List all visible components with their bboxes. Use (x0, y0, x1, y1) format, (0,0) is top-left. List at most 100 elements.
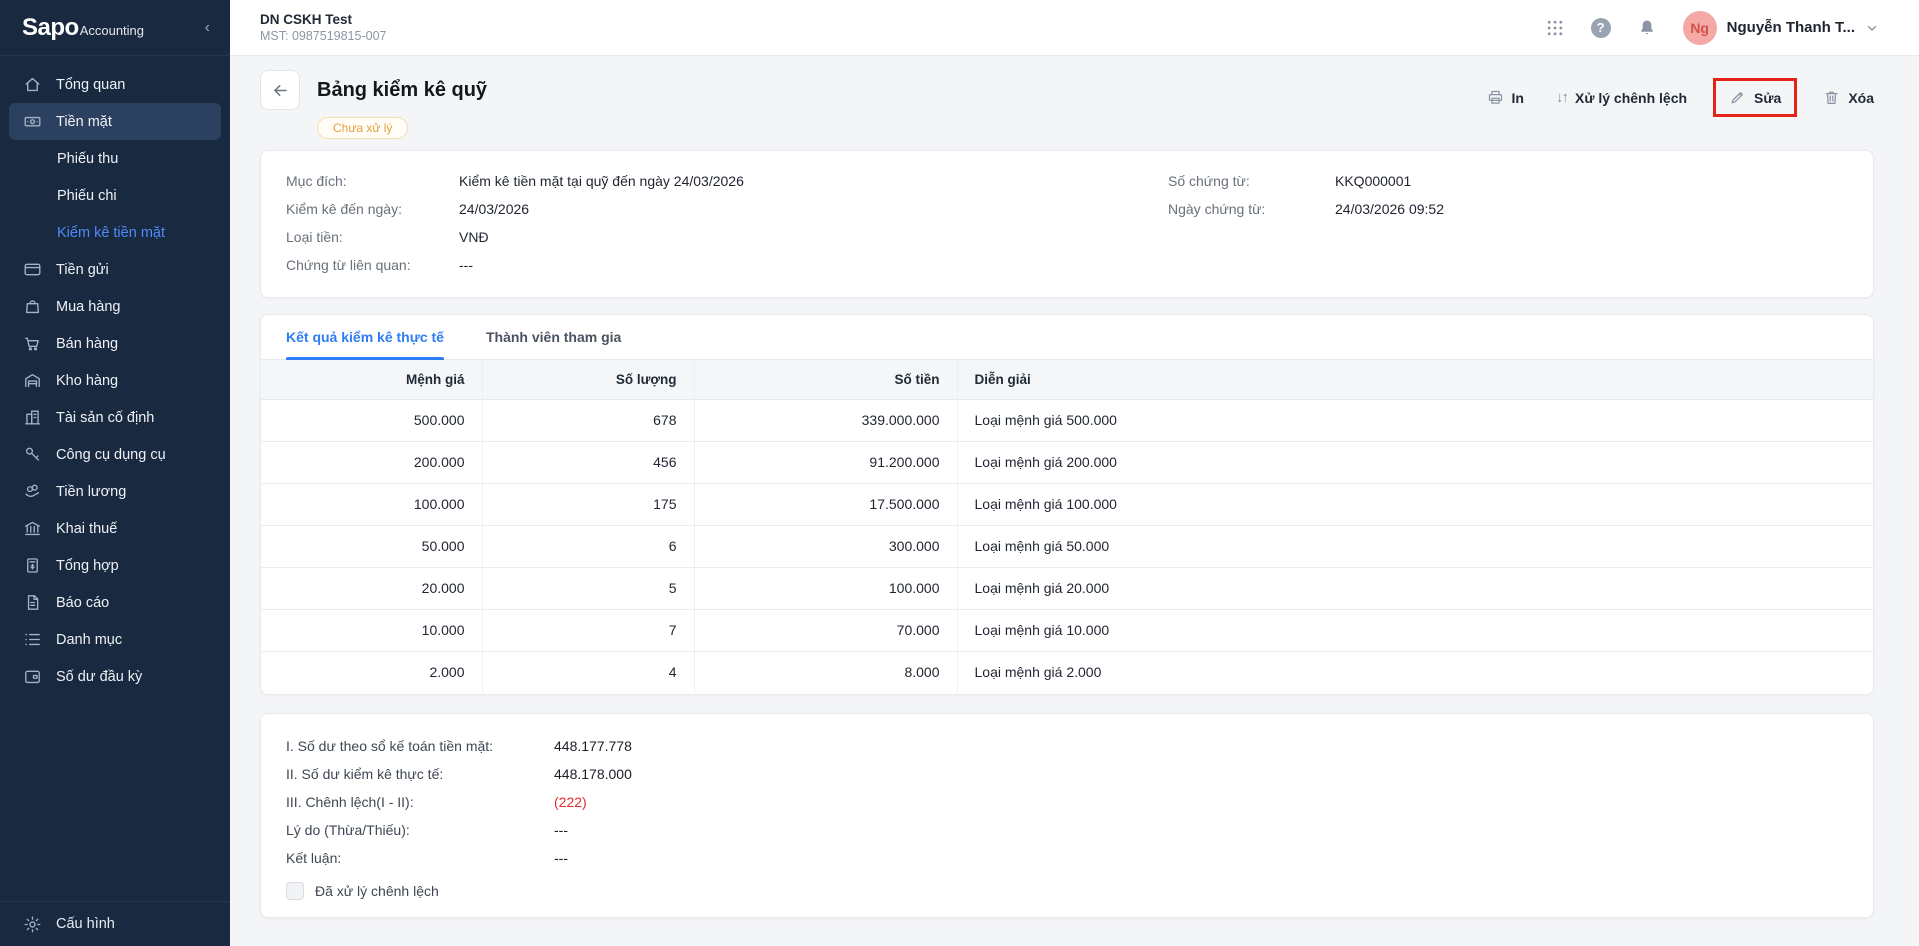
sidebar-item-kiem-ke-tien-mat[interactable]: Kiểm kê tiền mặt (0, 214, 230, 251)
document-info-card: Mục đích:Kiểm kê tiền mặt tại quỹ đến ng… (260, 150, 1874, 298)
sidebar-item-tong-hop[interactable]: Tổng hợp (0, 547, 230, 584)
sidebar-collapse-icon[interactable]: ‹ (205, 20, 210, 36)
user-menu[interactable]: Ng Nguyễn Thanh T... (1683, 11, 1879, 45)
table-row: 100.000 175 17.500.000 Loại mệnh giá 100… (261, 483, 1873, 525)
col-header-menh-gia: Mệnh giá (261, 360, 482, 399)
summary-card: I. Số dư theo sổ kế toán tiền mặt:448.17… (260, 713, 1874, 918)
back-button[interactable] (260, 70, 300, 110)
gear-icon (23, 915, 42, 934)
page-header: Bảng kiểm kê quỹ Chưa xử lý In ↓↑ Xử lý … (260, 70, 1874, 139)
sidebar-item-tong-quan[interactable]: Tổng quan (0, 66, 230, 103)
wallet-icon (23, 667, 42, 686)
cell-so-tien: 91.200.000 (694, 441, 957, 483)
help-icon[interactable]: ? (1591, 18, 1611, 38)
sidebar-item-label: Tài sản cố định (56, 410, 154, 426)
table-row: 10.000 7 70.000 Loại mệnh giá 10.000 (261, 609, 1873, 651)
field-label: Ngày chứng từ: (1168, 198, 1335, 221)
table-row: 500.000 678 339.000.000 Loại mệnh giá 50… (261, 399, 1873, 441)
delete-button[interactable]: Xóa (1823, 89, 1874, 106)
cell-so-luong: 7 (482, 609, 694, 651)
sidebar-item-label: Kho hàng (56, 373, 118, 389)
notifications-bell-icon[interactable] (1637, 18, 1657, 38)
sapo-accounting-logo: SapoAccounting (22, 14, 144, 42)
sidebar-item-so-du-dau-ky[interactable]: Số dư đầu kỳ (0, 658, 230, 695)
sidebar-item-tai-san-co-dinh[interactable]: Tài sản cố định (0, 399, 230, 436)
building-icon (23, 408, 42, 427)
summary-label: III. Chênh lệch(I - II): (286, 791, 554, 814)
sidebar-item-danh-muc[interactable]: Danh mục (0, 621, 230, 658)
processed-checkbox-row: Đã xử lý chênh lệch (286, 882, 1848, 900)
sidebar-item-label: Số dư đầu kỳ (56, 669, 142, 685)
sidebar-item-label: Mua hàng (56, 299, 121, 315)
summary-value: --- (554, 847, 568, 870)
sidebar-item-cong-cu-dung-cu[interactable]: Công cụ dụng cụ (0, 436, 230, 473)
sidebar-item-bao-cao[interactable]: Báo cáo (0, 584, 230, 621)
processed-checkbox[interactable] (286, 882, 304, 900)
cell-dien-giai: Loại mệnh giá 2.000 (957, 651, 1873, 693)
edit-button[interactable]: Sửa (1729, 89, 1781, 106)
print-button[interactable]: In (1487, 89, 1524, 106)
cell-dien-giai: Loại mệnh giá 500.000 (957, 399, 1873, 441)
cell-menh-gia: 50.000 (261, 525, 482, 567)
topbar-right: ? Ng Nguyễn Thanh T... (1545, 11, 1879, 45)
sidebar-item-cau-hinh[interactable]: Cấu hình (0, 901, 230, 946)
sidebar-item-phieu-thu[interactable]: Phiếu thu (0, 140, 230, 177)
sidebar-item-tien-mat[interactable]: Tiền mặt (9, 103, 221, 140)
table-header-row: Mệnh giá Số lượng Số tiền Diễn giải (261, 360, 1873, 399)
sidebar-item-tien-gui[interactable]: Tiền gửi (0, 251, 230, 288)
key-icon (23, 445, 42, 464)
summary-value: 448.178.000 (554, 763, 632, 786)
field-label: Số chứng từ: (1168, 170, 1335, 193)
cell-menh-gia: 20.000 (261, 567, 482, 609)
sidebar-item-label: Bán hàng (56, 336, 118, 352)
sidebar-item-khai-thue[interactable]: Khai thuế (0, 510, 230, 547)
hand-coins-icon (23, 482, 42, 501)
sidebar-item-label: Tiền lương (56, 484, 126, 500)
cart-icon (23, 334, 42, 353)
field-value: VNĐ (459, 226, 489, 249)
sidebar-item-kho-hang[interactable]: Kho hàng (0, 362, 230, 399)
cell-so-tien: 100.000 (694, 567, 957, 609)
cell-menh-gia: 200.000 (261, 441, 482, 483)
logo-suffix: Accounting (80, 23, 144, 38)
table-row: 50.000 6 300.000 Loại mệnh giá 50.000 (261, 525, 1873, 567)
sidebar-item-mua-hang[interactable]: Mua hàng (0, 288, 230, 325)
cell-dien-giai: Loại mệnh giá 50.000 (957, 525, 1873, 567)
topbar: DN CSKH Test MST: 0987519815-007 ? Ng Ng… (230, 0, 1919, 56)
cell-menh-gia: 100.000 (261, 483, 482, 525)
tab-thanh-vien-tham-gia[interactable]: Thành viên tham gia (486, 315, 621, 359)
warehouse-icon (23, 371, 42, 390)
inventory-result-card: Kết quả kiểm kê thực tế Thành viên tham … (260, 314, 1874, 695)
edit-label: Sửa (1754, 90, 1781, 106)
col-header-so-tien: Số tiền (694, 360, 957, 399)
sidebar-item-phieu-chi[interactable]: Phiếu chi (0, 177, 230, 214)
sidebar-logo-row: SapoAccounting ‹ (0, 0, 230, 56)
field-label: Loại tiền: (286, 226, 459, 249)
field-value: 24/03/2026 (459, 198, 529, 221)
col-header-dien-giai: Diễn giải (957, 360, 1873, 399)
sidebar-item-label: Báo cáo (56, 595, 109, 611)
page-title: Bảng kiểm kê quỹ (317, 79, 487, 102)
cell-dien-giai: Loại mệnh giá 100.000 (957, 483, 1873, 525)
field-label: Chứng từ liên quan: (286, 254, 459, 277)
card-icon (23, 260, 42, 279)
company-info: DN CSKH Test MST: 0987519815-007 (260, 12, 386, 43)
cell-menh-gia: 2.000 (261, 651, 482, 693)
process-difference-button[interactable]: ↓↑ Xử lý chênh lệch (1556, 89, 1687, 106)
apps-grid-icon[interactable] (1545, 18, 1565, 38)
summary-value: 448.177.778 (554, 735, 632, 758)
sidebar-item-ban-hang[interactable]: Bán hàng (0, 325, 230, 362)
field-label: Kiểm kê đến ngày: (286, 198, 459, 221)
print-label: In (1512, 90, 1524, 106)
main-area: DN CSKH Test MST: 0987519815-007 ? Ng Ng… (230, 0, 1919, 946)
tab-ket-qua-kiem-ke[interactable]: Kết quả kiểm kê thực tế (286, 315, 444, 359)
cell-so-tien: 17.500.000 (694, 483, 957, 525)
sidebar-item-label: Danh mục (56, 632, 122, 648)
receipt-icon (23, 556, 42, 575)
field-value: 24/03/2026 09:52 (1335, 198, 1444, 221)
status-badge: Chưa xử lý (317, 117, 408, 139)
sidebar-item-tien-luong[interactable]: Tiền lương (0, 473, 230, 510)
red-highlight-box: Sửa (1713, 78, 1797, 117)
summary-label: Lý do (Thừa/Thiếu): (286, 819, 554, 842)
col-header-so-luong: Số lượng (482, 360, 694, 399)
